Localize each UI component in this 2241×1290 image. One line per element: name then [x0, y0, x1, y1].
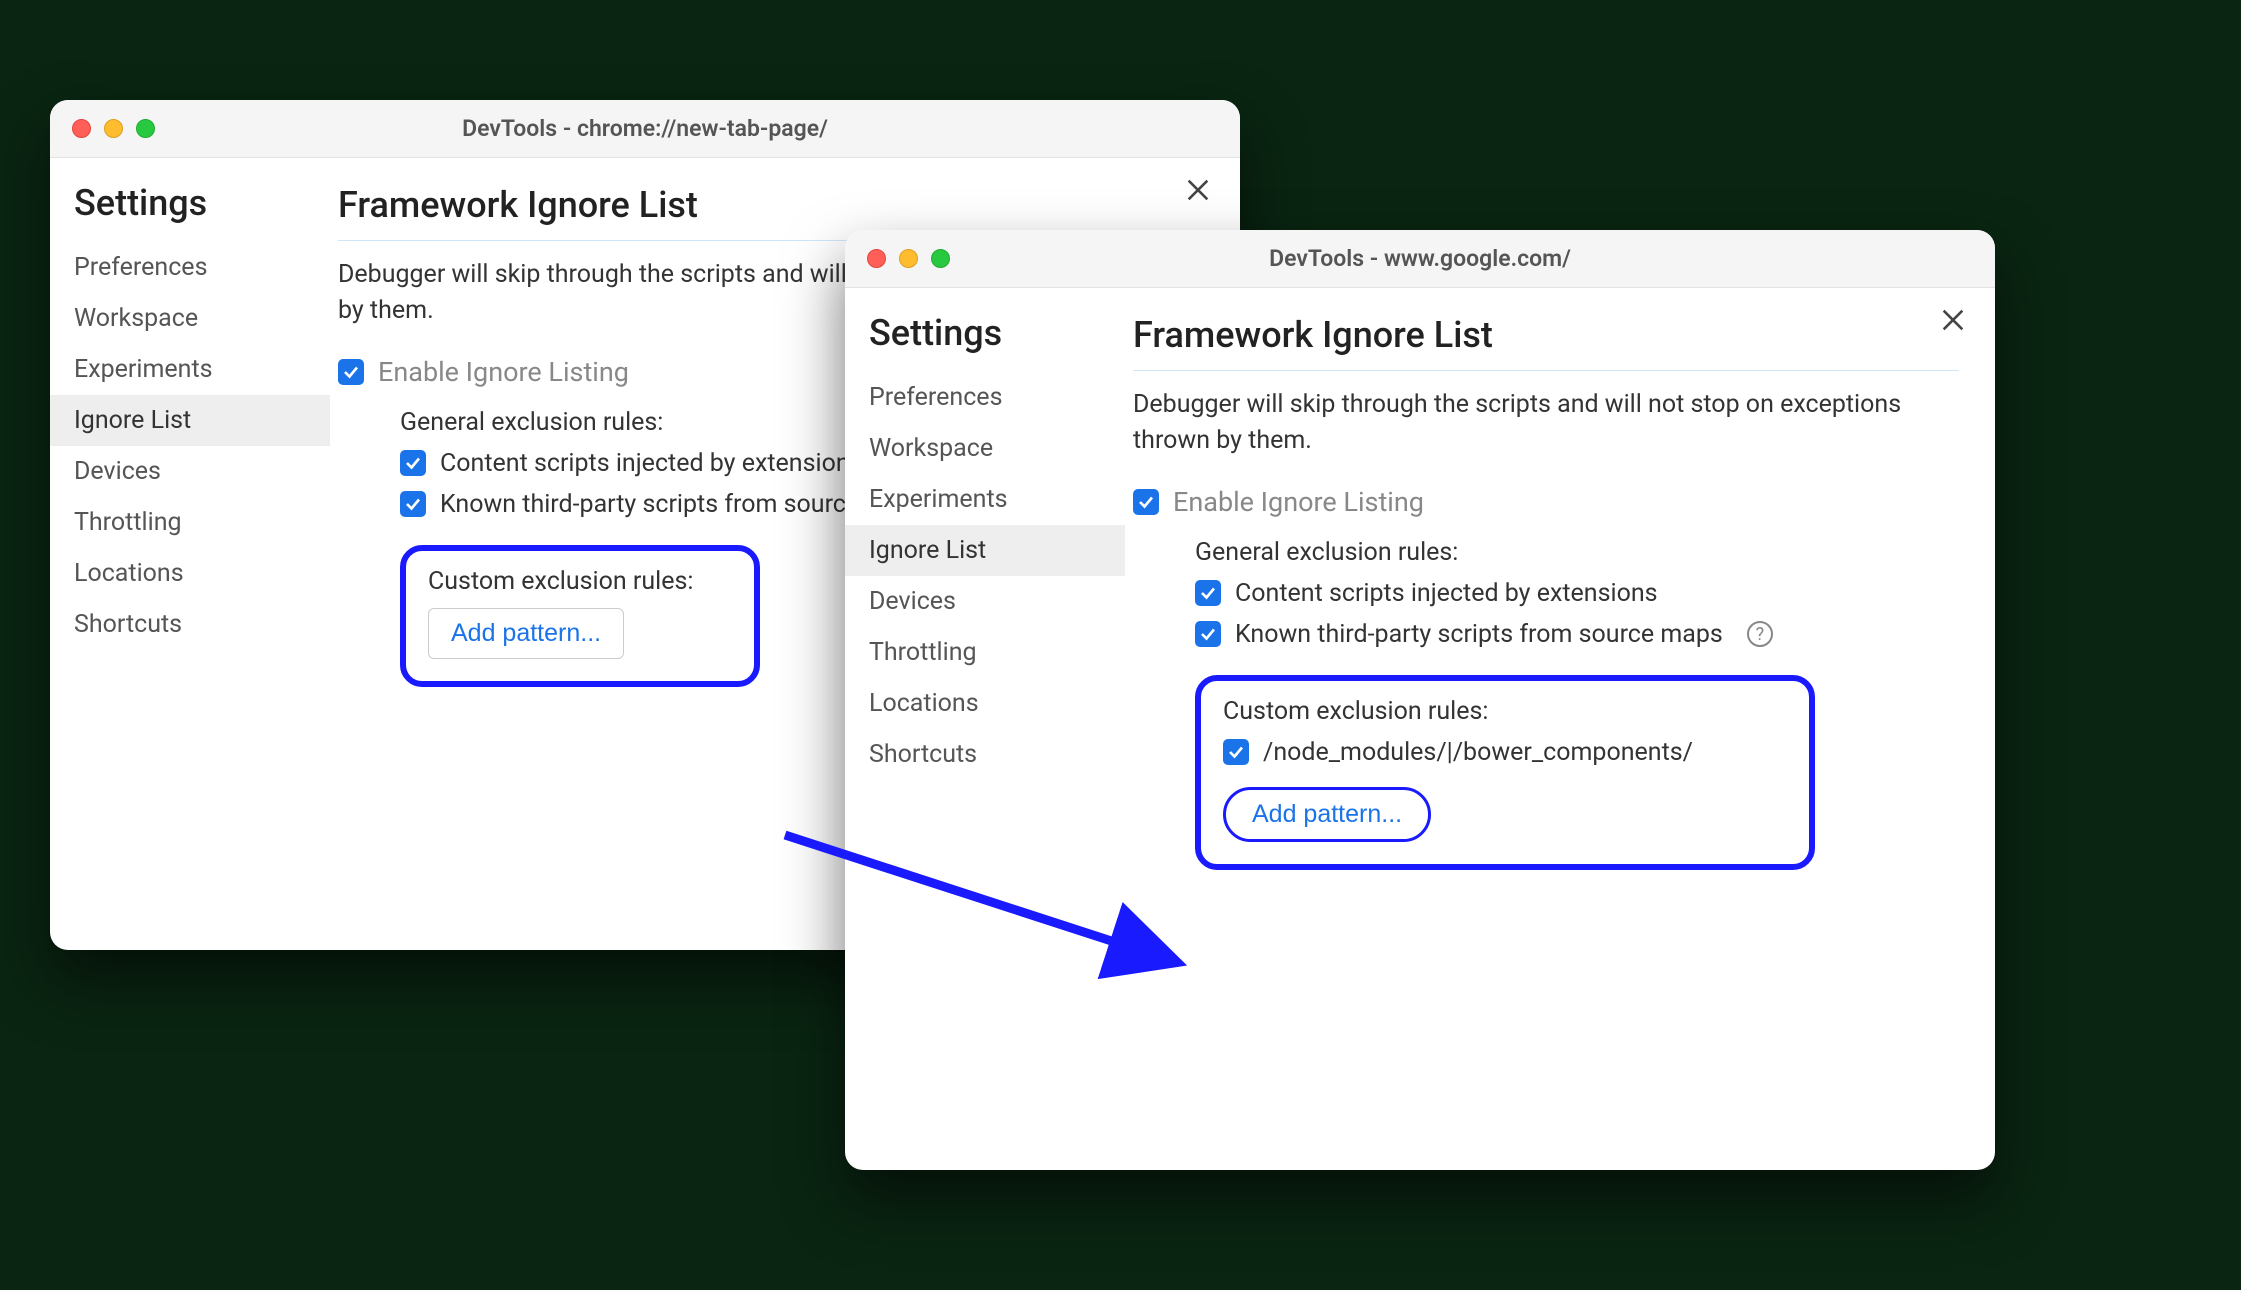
custom-rules-callout: Custom exclusion rules: Add pattern... — [400, 545, 760, 687]
custom-rules-heading: Custom exclusion rules: — [1223, 697, 1787, 726]
help-icon[interactable]: ? — [1747, 621, 1773, 647]
close-settings-button[interactable] — [1939, 306, 1967, 340]
devtools-window-2: DevTools - www.google.com/ Settings Pref… — [845, 230, 1995, 1170]
enable-ignore-listing-checkbox[interactable] — [338, 359, 364, 385]
general-rules-heading: General exclusion rules: — [1195, 538, 1959, 567]
sidebar-item-devices[interactable]: Devices — [845, 576, 1125, 627]
titlebar: DevTools - www.google.com/ — [845, 230, 1995, 288]
enable-ignore-listing-label: Enable Ignore Listing — [1173, 486, 1424, 518]
rule-content-scripts-checkbox[interactable] — [400, 450, 426, 476]
custom-pattern-checkbox[interactable] — [1223, 739, 1249, 765]
close-window-icon[interactable] — [867, 249, 886, 268]
custom-pattern-label: /node_modules/|/bower_components/ — [1263, 738, 1693, 767]
close-window-icon[interactable] — [72, 119, 91, 138]
settings-content: Framework Ignore List Debugger will skip… — [1125, 288, 1995, 1170]
enable-ignore-listing-label: Enable Ignore Listing — [378, 356, 629, 388]
maximize-window-icon[interactable] — [136, 119, 155, 138]
minimize-window-icon[interactable] — [899, 249, 918, 268]
rule-content-scripts-label: Content scripts injected by extensions — [440, 449, 863, 478]
enable-ignore-listing-checkbox[interactable] — [1133, 489, 1159, 515]
add-pattern-button[interactable]: Add pattern... — [428, 608, 624, 659]
sidebar-item-workspace[interactable]: Workspace — [50, 293, 330, 344]
sidebar-item-workspace[interactable]: Workspace — [845, 423, 1125, 474]
rule-third-party-row: Known third-party scripts from source ma… — [1195, 620, 1959, 649]
sidebar-item-shortcuts[interactable]: Shortcuts — [50, 599, 330, 650]
close-settings-button[interactable] — [1184, 176, 1212, 210]
sidebar-item-locations[interactable]: Locations — [845, 678, 1125, 729]
sidebar-item-preferences[interactable]: Preferences — [50, 242, 330, 293]
enable-ignore-listing-row: Enable Ignore Listing — [1133, 486, 1959, 518]
custom-rules-callout: Custom exclusion rules: /node_modules/|/… — [1195, 675, 1815, 870]
sidebar-item-experiments[interactable]: Experiments — [50, 344, 330, 395]
window-title: DevTools - www.google.com/ — [845, 245, 1995, 272]
sidebar-item-locations[interactable]: Locations — [50, 548, 330, 599]
sidebar-item-ignore-list[interactable]: Ignore List — [845, 525, 1125, 576]
traffic-lights — [50, 119, 155, 138]
page-title: Framework Ignore List — [1133, 314, 1959, 371]
add-pattern-button[interactable]: Add pattern... — [1223, 787, 1431, 842]
titlebar: DevTools - chrome://new-tab-page/ — [50, 100, 1240, 158]
rule-content-scripts-checkbox[interactable] — [1195, 580, 1221, 606]
sidebar-item-ignore-list[interactable]: Ignore List — [50, 395, 330, 446]
window-title: DevTools - chrome://new-tab-page/ — [50, 115, 1240, 142]
rule-content-scripts-row: Content scripts injected by extensions — [1195, 579, 1959, 608]
sidebar-item-devices[interactable]: Devices — [50, 446, 330, 497]
settings-sidebar: Settings Preferences Workspace Experimen… — [50, 158, 330, 950]
sidebar-item-throttling[interactable]: Throttling — [50, 497, 330, 548]
sidebar-item-throttling[interactable]: Throttling — [845, 627, 1125, 678]
sidebar-item-shortcuts[interactable]: Shortcuts — [845, 729, 1125, 780]
custom-rules-heading: Custom exclusion rules: — [428, 567, 732, 596]
page-description: Debugger will skip through the scripts a… — [1133, 387, 1959, 460]
rule-third-party-checkbox[interactable] — [400, 491, 426, 517]
sidebar-item-preferences[interactable]: Preferences — [845, 372, 1125, 423]
custom-pattern-row: /node_modules/|/bower_components/ — [1223, 738, 1787, 767]
minimize-window-icon[interactable] — [104, 119, 123, 138]
sidebar-item-experiments[interactable]: Experiments — [845, 474, 1125, 525]
settings-heading: Settings — [50, 182, 330, 242]
rule-content-scripts-label: Content scripts injected by extensions — [1235, 579, 1658, 608]
rule-third-party-checkbox[interactable] — [1195, 621, 1221, 647]
maximize-window-icon[interactable] — [931, 249, 950, 268]
settings-sidebar: Settings Preferences Workspace Experimen… — [845, 288, 1125, 1170]
rule-third-party-label: Known third-party scripts from source ma… — [1235, 620, 1723, 649]
traffic-lights — [845, 249, 950, 268]
settings-heading: Settings — [845, 312, 1125, 372]
